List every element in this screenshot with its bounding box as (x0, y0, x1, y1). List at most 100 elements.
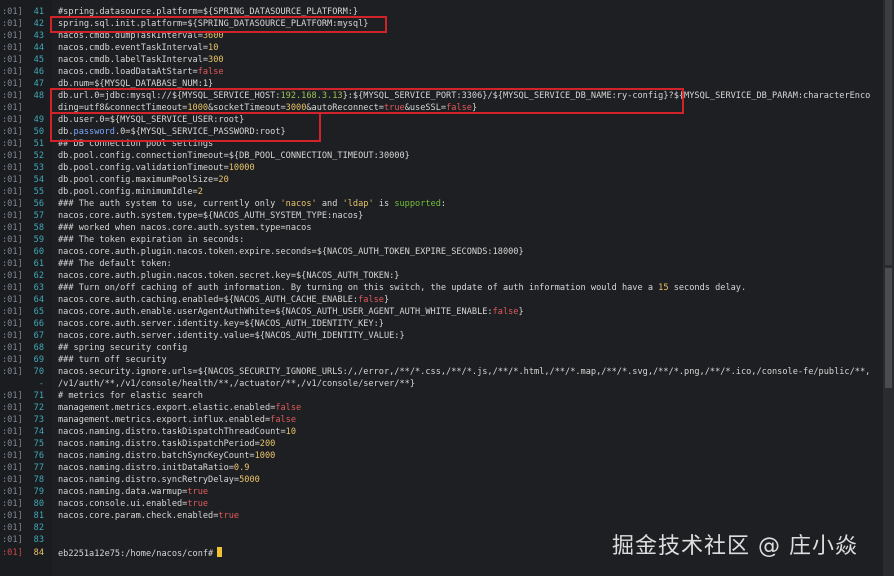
line-number: 43 (33, 31, 44, 41)
code-token: } (471, 103, 478, 113)
code-token: seconds delay. (668, 283, 747, 293)
line-code: ## spring security config (58, 342, 187, 354)
line-number: 76 (33, 451, 44, 461)
terminal-editor[interactable]: :01] 41 #spring.datasource.platform=${SPRI… (0, 0, 894, 576)
line-code: ### The auth system to use, currently on… (58, 198, 446, 210)
code-token: true (187, 499, 209, 509)
code-token: nacos.core.param.check.enabled= (58, 511, 219, 521)
line-code: nacos.core.auth.system.type=${NACOS_AUTH… (58, 210, 363, 222)
code-token: false (197, 67, 224, 77)
code-token: true (187, 487, 209, 497)
code-token: ding=utf8&connectTimeout= (58, 103, 188, 113)
code-token: db.pool.config.connectionTimeout=${DB_PO… (58, 151, 410, 161)
scrollbar-thumb[interactable] (885, 0, 892, 265)
code-token: } (518, 307, 524, 317)
line-number: 68 (33, 343, 44, 353)
line-number: 53 (33, 163, 44, 173)
code-token: true (218, 511, 240, 521)
code-token: db.num=${MYSQL_DATABASE_NUM:1} (58, 79, 214, 89)
watermark-text: 掘金技术社区 @ 庄小焱 (612, 534, 858, 559)
code-token: : (440, 199, 447, 209)
line-code: ding=utf8&connectTimeout=1000&socketTime… (58, 102, 477, 114)
code-token: 15 (658, 283, 669, 293)
prompt-line-number: 84 (33, 548, 44, 558)
code-token: 10 (208, 43, 219, 53)
code-token: 20 (218, 175, 229, 185)
line-number: 41 (33, 7, 44, 17)
line-code: nacos.naming.distro.batchSyncKeyCount=10… (58, 450, 275, 462)
line-code: nacos.naming.distro.syncRetryDelay=5000 (58, 474, 260, 486)
code-token: } (383, 295, 390, 305)
code-token: .0=${MYSQL_SERVICE_PASSWORD:root} (114, 127, 286, 137)
code-token: nacos.naming.distro.taskDispatchPeriod= (58, 439, 260, 449)
code-token: &socketTimeout= (208, 103, 286, 113)
line-number: 42 (33, 19, 44, 29)
code-token: false (446, 103, 472, 113)
line-number: 80 (33, 499, 44, 509)
line-code: nacos.core.auth.enable.userAgentAuthWhit… (58, 306, 524, 318)
line-code: nacos.naming.distro.taskDispatchThreadCo… (58, 426, 296, 438)
code-token: nacos.core.auth.caching.enabled=${NACOS_… (58, 295, 359, 305)
code-token: nacos.naming.distro.syncRetryDelay= (58, 475, 240, 485)
line-number: 45 (33, 55, 44, 65)
line-code: nacos.cmdb.dumpTaskInterval=3600 (58, 30, 224, 42)
code-token: spring.sql.init.platform=${SPRING_DATASO… (58, 19, 369, 29)
code-token: nacos.cmdb.eventTaskInterval= (58, 43, 209, 53)
line-number: - (38, 379, 44, 389)
line-code: nacos.core.param.check.enabled=true (58, 510, 239, 522)
line-number: 56 (33, 199, 44, 209)
line-code: nacos.cmdb.eventTaskInterval=10 (58, 42, 218, 54)
line-code: spring.sql.init.platform=${SPRING_DATASO… (58, 18, 368, 30)
line-number: 71 (33, 391, 44, 401)
code-token: 3600 (202, 31, 224, 41)
code-token: 2 (197, 187, 203, 197)
code-token: db.pool.config.validationTimeout= (58, 163, 229, 173)
scrollbar-thumb-secondary[interactable] (885, 268, 892, 388)
code-token: nacos.naming.distro.taskDispatchThreadCo… (58, 427, 286, 437)
code-token: nacos.core.auth.server.identity.value=${… (58, 331, 405, 341)
line-number: 81 (33, 511, 44, 521)
code-token: 10 (285, 427, 297, 437)
code-token: 10000 (228, 163, 255, 173)
line-number: 74 (33, 427, 44, 437)
line-number: 49 (33, 115, 44, 125)
line-number: 50 (33, 127, 44, 137)
line-code: nacos.naming.distro.initDataRatio=0.9 (58, 462, 249, 474)
code-token: supported (394, 199, 441, 209)
code-token: ## spring security config (58, 343, 188, 353)
line-number: 78 (33, 475, 44, 485)
line-code: db.num=${MYSQL_DATABASE_NUM:1} (58, 78, 213, 90)
code-token: 0.9 (233, 463, 250, 473)
code-token: management.metrics.export.elastic.enable… (58, 403, 276, 413)
code-token: nacos.cmdb.loadDataAtStart= (58, 67, 198, 77)
line-number: 79 (33, 487, 44, 497)
code-token: nacos.naming.distro.batchSyncKeyCount= (58, 451, 255, 461)
line-number: 57 (33, 211, 44, 221)
code-token: false (492, 307, 519, 317)
line-number: 67 (33, 331, 44, 341)
line-code: nacos.console.ui.enabled=true (58, 498, 208, 510)
line-code: # metrics for elastic search (58, 390, 203, 402)
code-token: nacos.core.auth.server.identity.key=${NA… (58, 319, 384, 329)
code-token: true (383, 103, 405, 113)
line-number: 65 (33, 307, 44, 317)
line-code: nacos.core.auth.plugin.nacos.token.expir… (58, 246, 524, 258)
code-token: ### Turn on/off caching of auth informat… (58, 283, 659, 293)
line-number: 51 (33, 139, 44, 149)
line-number: 82 (33, 523, 44, 533)
code-token: nacos.security.ignore.urls=${NACOS_SECUR… (58, 367, 871, 377)
code-token: 3000 (285, 103, 307, 113)
code-token: ### worked when nacos.core.auth.system.t… (58, 223, 312, 233)
code-token: 1000 (187, 103, 209, 113)
line-code: db.pool.config.minimumIdle=2 (58, 186, 203, 198)
code-token: nacos.cmdb.labelTaskInterval= (58, 55, 209, 65)
line-number: 69 (33, 355, 44, 365)
line-number: 64 (33, 295, 44, 305)
line-code: nacos.naming.data.warmup=true (58, 486, 208, 498)
code-token: is (373, 199, 395, 209)
line-code: nacos.core.auth.plugin.nacos.token.secre… (58, 270, 399, 282)
code-token: false (275, 403, 302, 413)
line-number: 83 (33, 535, 44, 545)
line-code: #spring.datasource.platform=${SPRING_DAT… (58, 6, 358, 18)
code-token: nacos.core.auth.system.type=${NACOS_AUTH… (58, 211, 364, 221)
